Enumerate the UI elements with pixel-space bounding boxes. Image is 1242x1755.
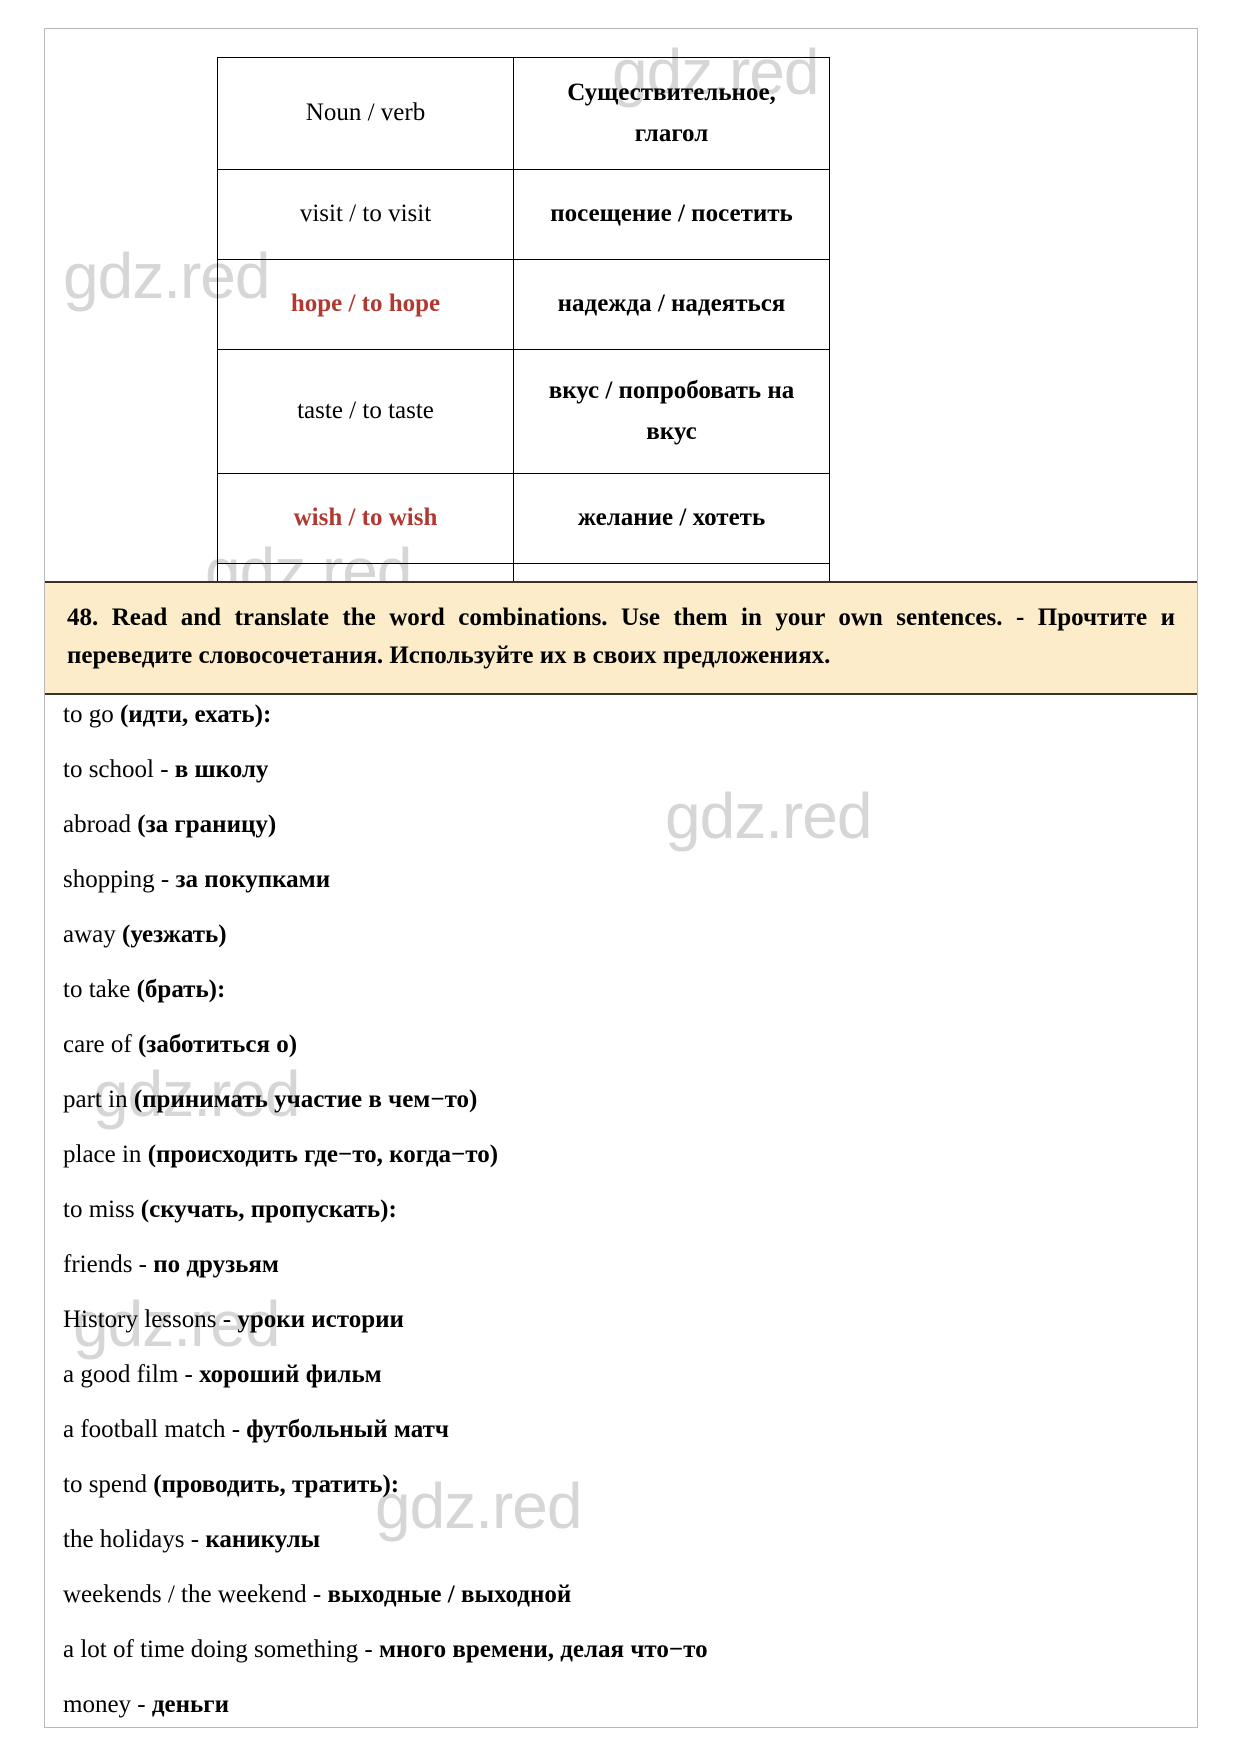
combination-russian: в школу [174,756,269,783]
cell-russian-visit: посещение / посетить [513,169,830,260]
cell-english-visit: visit / to visit [217,169,514,260]
cell-english-wish: wish / to wish [217,473,514,564]
combination-russian: по друзьям [153,1251,279,1278]
combination-russian: (за границу) [137,811,277,838]
combination-russian: много времени, делая что−то [378,1636,708,1663]
combination-english: place in [63,1141,148,1168]
combination-russian: хороший фильм [199,1361,382,1388]
task-instruction-text: 48. Read and translate the word combinat… [67,604,1175,669]
list-item: away (уезжать) [63,919,1179,952]
list-item: a good film - хороший фильм [63,1359,1179,1392]
vocabulary-table-wrapper: Noun / verb Существительное, глагол visi… [217,57,830,630]
table-row: taste / to taste вкус / попробовать на в… [217,349,830,474]
combination-russian: (проводить, тратить): [153,1471,400,1498]
list-item: friends - по друзьям [63,1249,1179,1282]
cell-russian-hope: надежда / надеяться [513,259,830,350]
table-row: hope / to hope надежда / надеяться [217,259,830,350]
combination-russian: (брать): [136,976,226,1003]
combination-english: friends - [63,1251,154,1278]
header-cell-russian: Существительное, глагол [513,57,830,170]
combination-russian: уроки истории [237,1306,404,1333]
combination-english: part in [63,1086,134,1113]
combination-english: weekends / the weekend - [63,1581,328,1608]
list-item: to spend (проводить, тратить): [63,1469,1179,1502]
list-item: to take (брать): [63,974,1179,1007]
list-item: shopping - за покупками [63,864,1179,897]
list-item: place in (происходить где−то, когда−то) [63,1139,1179,1172]
list-item: care of (заботиться о) [63,1029,1179,1062]
combination-russian: (идти, ехать): [119,701,272,728]
combination-english: to miss [63,1196,141,1223]
combination-russian: каникулы [205,1526,321,1553]
list-item: to school - в школу [63,754,1179,787]
combination-russian: деньги [151,1691,229,1718]
worksheet-page: gdz.red gdz.red gdz.red gdz.red gdz.red … [44,28,1198,1728]
combination-russian: (скучать, пропускать): [140,1196,397,1223]
list-item: to go (идти, ехать): [63,699,1179,732]
combination-english: abroad [63,811,138,838]
combination-english: a good film - [63,1361,200,1388]
header-russian-line2: глагол [634,119,709,147]
list-item: the holidays - каникулы [63,1524,1179,1557]
vocabulary-table: Noun / verb Существительное, глагол visi… [217,57,830,630]
list-item: money - деньги [63,1689,1179,1722]
table-row: visit / to visit посещение / посетить [217,169,830,260]
list-item: History lessons - уроки истории [63,1304,1179,1337]
combination-russian: (принимать участие в чем−то) [133,1086,478,1113]
combination-english: to take [63,976,137,1003]
cell-english-hope: hope / to hope [217,259,514,350]
table-row: wish / to wish желание / хотеть [217,473,830,564]
table-header-row: Noun / verb Существительное, глагол [217,57,830,170]
combination-english: a lot of time doing something - [63,1636,379,1663]
cell-russian-taste-line1: вкус / попробовать на [548,377,795,404]
combination-english: money - [63,1691,152,1718]
list-item: abroad (за границу) [63,809,1179,842]
combination-english: shopping - [63,866,176,893]
list-item: to miss (скучать, пропускать): [63,1194,1179,1227]
combination-english: a football match - [63,1416,247,1443]
combination-english: History lessons - [63,1306,238,1333]
combination-english: the holidays - [63,1526,206,1553]
word-combination-list: to go (идти, ехать): to school - в школу a… [45,677,1197,1744]
combination-russian: (заботиться о) [137,1031,298,1058]
cell-russian-taste: вкус / попробовать на вкус [513,349,830,474]
combination-russian: за покупками [175,866,331,893]
combination-english: to school - [63,756,175,783]
combination-english: care of [63,1031,138,1058]
list-item: part in (принимать участие в чем−то) [63,1084,1179,1117]
combination-english: to go [63,701,120,728]
cell-russian-wish: желание / хотеть [513,473,830,564]
cell-russian-taste-line2: вкус [646,417,697,445]
list-item: a lot of time doing something - много вр… [63,1634,1179,1667]
combination-english: to spend [63,1471,154,1498]
cell-english-taste: taste / to taste [217,349,514,474]
list-item: a football match - футбольный матч [63,1414,1179,1447]
header-russian-line1: Существительное, [567,79,776,106]
combination-russian: выходные / выходной [327,1581,572,1608]
list-item: weekends / the weekend - выходные / выхо… [63,1579,1179,1612]
combination-russian: (происходить где−то, когда−то) [147,1141,499,1168]
combination-russian: футбольный матч [246,1416,449,1443]
combination-english: away [63,921,122,948]
header-cell-english: Noun / verb [217,57,514,170]
combination-russian: (уезжать) [122,921,227,948]
